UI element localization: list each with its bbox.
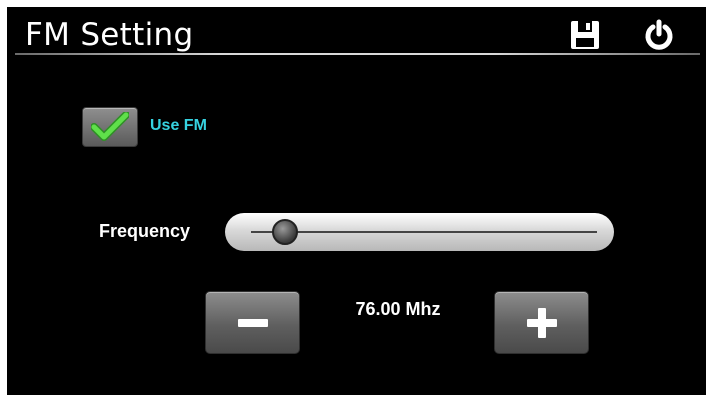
decrease-frequency-button[interactable] [205, 291, 300, 354]
increase-frequency-button[interactable] [494, 291, 589, 354]
title-divider [15, 53, 700, 55]
power-button[interactable] [643, 19, 675, 51]
power-icon [645, 19, 673, 50]
use-fm-label[interactable]: Use FM [150, 117, 207, 135]
save-button[interactable] [569, 19, 601, 51]
title-bar: FM Setting [7, 7, 706, 55]
fm-setting-screen: FM Setting Use FM Frequency 76.00 Mhz [7, 7, 706, 395]
slider-groove [251, 231, 597, 233]
frequency-label: Frequency [99, 221, 191, 241]
minus-icon [237, 318, 268, 327]
use-fm-checkbox[interactable] [82, 107, 138, 147]
checkmark-icon [91, 112, 129, 141]
page-title: FM Setting [25, 17, 194, 53]
slider-knob[interactable] [271, 219, 298, 245]
floppy-disk-icon [571, 21, 599, 49]
frequency-slider[interactable] [225, 213, 614, 251]
frequency-value: 76.00 Mhz [355, 299, 441, 319]
